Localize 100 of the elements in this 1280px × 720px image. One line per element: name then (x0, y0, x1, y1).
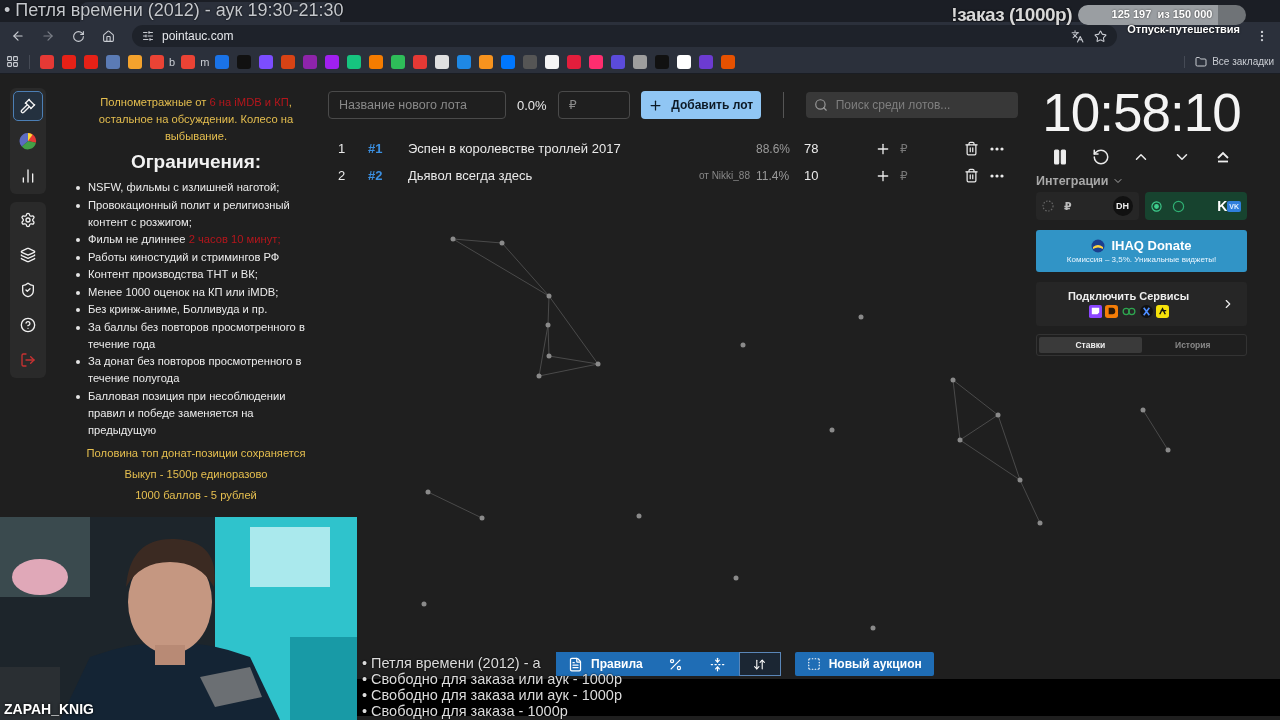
document-icon (568, 656, 583, 672)
rules-note: 1000 баллов - 5 рублей (135, 489, 257, 502)
lot-name: Дьявол всегда здесь (408, 168, 534, 183)
rules-intro: Полнометражные от 6 на iMDB и КП, остальное на обсуждении. Колесо на выбывание. (97, 95, 295, 144)
dashed-square-icon (806, 657, 821, 671)
logout-icon (20, 352, 36, 368)
rule-text: Фильм не длиннее 2 часов 10 минут; (88, 232, 281, 247)
history-tab[interactable]: Ставки (1039, 337, 1142, 353)
speech-bubble-icon (1104, 305, 1118, 318)
delete-button[interactable] (962, 139, 980, 158)
lot-index: 1 (338, 141, 347, 156)
more-icon (990, 146, 1004, 151)
pie-chart-icon (19, 132, 37, 150)
currency-text: ₽ (900, 168, 909, 183)
reload-icon (71, 29, 85, 43)
connect-title: Подключить Сервисы (1067, 290, 1190, 302)
bookmark-icon[interactable] (435, 54, 450, 69)
reset-button[interactable] (1091, 148, 1110, 166)
address-bar[interactable]: pointauc.com (132, 25, 1117, 47)
figure-logo-icon (1155, 305, 1169, 318)
sidebar-button[interactable] (13, 91, 43, 121)
lot-amount: 78 (804, 141, 820, 156)
tool-button[interactable] (738, 652, 781, 676)
shield-check-icon (20, 282, 36, 298)
dotted-circle-icon (1042, 200, 1054, 212)
radio-on-icon (1150, 200, 1162, 212)
rule-text: Контент производства ТНТ и ВК; (88, 267, 258, 282)
bar-chart-icon (20, 168, 36, 184)
bullet-icon (76, 360, 80, 364)
more-icon (990, 173, 1004, 178)
url-text: pointauc.com (162, 29, 234, 43)
all-bookmarks-button[interactable]: Все закладки (1184, 55, 1274, 68)
lot-percent: 11.4% (756, 168, 791, 183)
bookmark-icon[interactable] (391, 54, 406, 69)
layers-icon (20, 247, 36, 263)
tool-button[interactable] (696, 652, 739, 676)
bullet-icon (76, 273, 80, 277)
donate-title: IHAQ Donate (1111, 238, 1192, 253)
bookmark-icon[interactable] (545, 54, 560, 69)
bullet-icon (76, 325, 80, 330)
history-tab[interactable]: История (1141, 337, 1244, 353)
new-auction-button[interactable]: Новый аукцион (794, 652, 934, 676)
lot-author: от Nikki_88 (698, 170, 751, 181)
rules-heading: Ограничения: (130, 151, 262, 173)
bookmark-label[interactable]: m (200, 55, 210, 68)
loading-ring-icon (1171, 199, 1185, 213)
bookmark-star-icon[interactable] (1094, 29, 1107, 43)
rule-text: За донат без повторов просмотренного в течение полугода (88, 354, 303, 386)
apps-icon[interactable] (6, 55, 19, 68)
rule-text: Провокационный полит и религиозный контент с розжигом; (88, 197, 291, 230)
help-icon (20, 317, 36, 333)
bullet-icon (76, 290, 80, 295)
rule-text: Без кринж-аниме, Болливуда и пр. (88, 302, 268, 317)
infinity-icon (1120, 305, 1137, 318)
delete-button[interactable] (962, 166, 980, 185)
search-field[interactable]: Поиск среди лотов... (805, 92, 1018, 118)
search-input[interactable]: Поиск среди лотов... (833, 97, 1004, 113)
translate-icon[interactable] (1071, 29, 1084, 43)
goal-caption: Отпуск-путешествия (1127, 23, 1240, 35)
stream-title: • Петля времени (2012) - аук 19:30-21:30 (4, 0, 344, 21)
bookmark-icon[interactable] (677, 54, 692, 69)
lot-id: #2 (368, 168, 384, 183)
trash-icon (963, 141, 979, 156)
rules-note: Половина топ донат-позиции сохраняется (86, 447, 306, 460)
lot-name-field[interactable]: Название нового лота (328, 91, 506, 119)
bookmark-label[interactable]: b (169, 55, 176, 68)
order-label: !заказ (1000р) (951, 4, 1072, 26)
gavel-icon (20, 98, 36, 114)
plus-icon (648, 97, 664, 113)
donate-logo-icon (1091, 238, 1106, 253)
forward-arrow-icon (41, 29, 55, 43)
timer: 10:58:10 (1041, 82, 1242, 144)
percent-icon (668, 656, 684, 672)
rule-text: Работы киностудий и стримингов РФ (88, 249, 280, 265)
percent-text: 0.0% (517, 97, 547, 113)
integrations-toggle[interactable]: Интеграции (1036, 174, 1247, 188)
lot-index: 2 (338, 168, 347, 183)
lot-id: #1 (368, 141, 384, 156)
integration-card[interactable]: ₽ DH (1036, 192, 1139, 220)
folder-icon (1195, 55, 1208, 68)
settings-icon (20, 212, 36, 228)
rule-text: За баллы без повторов просмотренного в течение года (88, 319, 306, 352)
rule-text: NSFW, фильмы с излишней наготой; (88, 180, 280, 195)
bookmark-icon[interactable] (479, 54, 494, 69)
lot-percent: 88.6% (756, 141, 792, 156)
site-settings-icon[interactable] (142, 30, 154, 42)
bullet-icon (76, 308, 80, 312)
add-lot-button[interactable]: Добавить лот (640, 91, 761, 119)
goal-reading: 125 197 из 150 000 (1110, 8, 1214, 20)
donate-subtitle: Комиссия – 3,5%. Уникальные виджеты! (1066, 255, 1217, 264)
back-arrow-icon (11, 29, 25, 43)
bookmark-icon[interactable] (347, 54, 362, 69)
amount-field[interactable]: ₽ (557, 91, 630, 119)
trash-icon (963, 168, 979, 183)
cross-logo-icon (1139, 305, 1153, 318)
reset-icon (1091, 148, 1110, 166)
connect-services-card[interactable]: Подключить Сервисы (1036, 282, 1247, 326)
bullet-icon (76, 186, 80, 190)
bookmark-icon[interactable] (128, 54, 142, 69)
currency-text: ₽ (900, 141, 909, 156)
